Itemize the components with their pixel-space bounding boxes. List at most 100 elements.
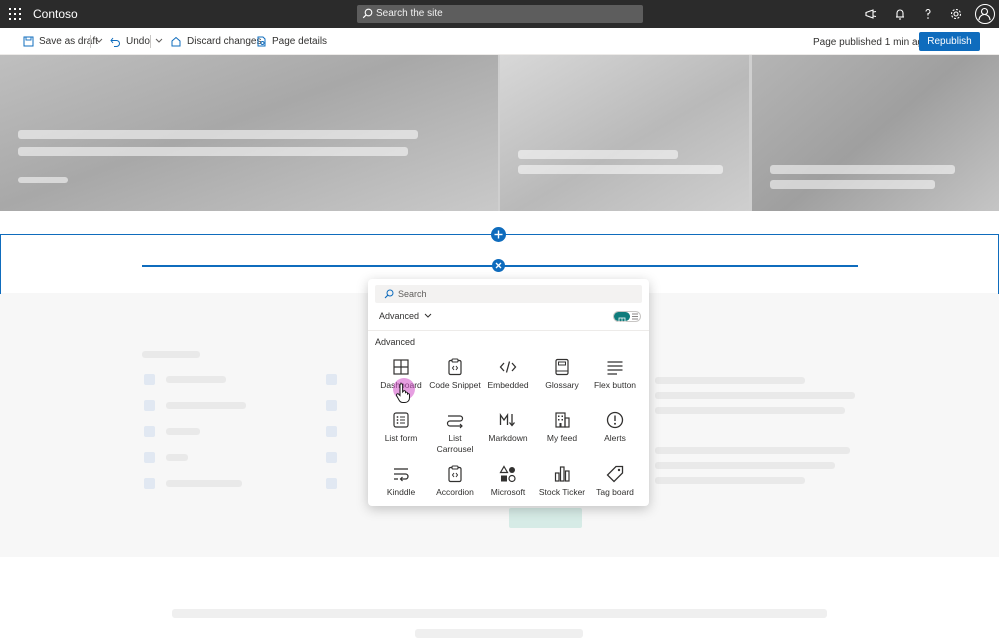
webpart-accordion[interactable]: Accordion (429, 464, 481, 498)
close-toolbox-button[interactable] (492, 259, 505, 272)
help-icon[interactable] (921, 7, 935, 21)
hero-title-placeholder (18, 147, 408, 156)
discard-changes-label: Discard changes (187, 36, 262, 47)
republish-button[interactable]: Republish (919, 32, 980, 51)
webpart-label: List Carrousel (436, 433, 474, 454)
hero-title-placeholder (18, 130, 418, 139)
bell-icon[interactable] (893, 7, 907, 21)
gear-icon[interactable] (949, 7, 963, 21)
wrap-text-icon (394, 468, 409, 482)
text-placeholder (166, 428, 200, 435)
webpart-label: Markdown (488, 433, 528, 443)
link-icon (326, 400, 337, 411)
alert-icon (606, 411, 624, 429)
clipboard-code-icon (448, 465, 462, 483)
toolbox-search-input[interactable]: Search (375, 285, 642, 303)
text-placeholder (142, 351, 200, 358)
text-placeholder (655, 377, 805, 384)
page-details-icon (257, 36, 266, 47)
webpart-glossary[interactable]: Glossary (536, 357, 588, 391)
hero-title-placeholder (518, 150, 678, 159)
glossary-book-icon (555, 358, 569, 376)
webpart-my-feed[interactable]: My feed (536, 410, 588, 444)
link-icon (326, 452, 337, 463)
close-icon (495, 262, 502, 269)
search-icon (384, 289, 394, 299)
webpart-flex-button[interactable]: Flex button (589, 357, 641, 391)
chevron-down-icon[interactable] (155, 38, 163, 44)
undo-icon (110, 37, 120, 47)
webpart-label: Stock Ticker (538, 487, 586, 497)
webpart-code-snippet[interactable]: Code Snippet (429, 357, 481, 391)
tag-icon (606, 465, 624, 483)
link-icon (326, 478, 337, 489)
webpart-label: My feed (546, 433, 578, 443)
text-placeholder (166, 480, 242, 487)
page-details-button[interactable]: Page details (256, 36, 327, 47)
hero-title-placeholder (770, 165, 955, 174)
webpart-label: Code Snippet (429, 380, 481, 390)
command-bar: Save as draft Undo Discard changes Page … (0, 28, 999, 55)
app-launcher-icon[interactable] (9, 8, 21, 20)
webpart-label: Glossary (545, 380, 579, 390)
person-icon (978, 7, 991, 21)
divider (90, 35, 91, 48)
webpart-alerts[interactable]: Alerts (589, 410, 641, 444)
webpart-label: Accordion (436, 487, 474, 497)
megaphone-icon[interactable] (864, 7, 878, 21)
dashboard-icon (393, 359, 409, 375)
undo-button[interactable]: Undo (110, 36, 150, 47)
category-dropdown[interactable]: Advanced (379, 311, 432, 321)
chevron-down-icon[interactable] (95, 38, 103, 44)
page-details-label: Page details (272, 36, 328, 47)
chevron-down-icon (424, 313, 432, 318)
text-placeholder (655, 447, 850, 454)
divider (150, 35, 151, 48)
webpart-label: Embedded (487, 380, 529, 390)
divider (368, 330, 649, 331)
link-icon (326, 374, 337, 385)
webpart-label: Kinddle (386, 487, 416, 497)
undo-label: Undo (126, 36, 150, 47)
webpart-list-carrousel[interactable]: List Carrousel (429, 410, 481, 455)
discard-changes-button[interactable]: Discard changes (171, 36, 261, 47)
text-placeholder (166, 454, 188, 461)
list-view-icon[interactable] (631, 313, 639, 320)
webpart-microsoft[interactable]: Microsoft (482, 464, 534, 498)
hero-webpart (0, 55, 999, 211)
building-icon (555, 412, 570, 428)
text-placeholder (415, 629, 583, 638)
group-heading: Advanced (375, 337, 416, 347)
add-section-button[interactable] (491, 227, 506, 242)
save-as-draft-button[interactable]: Save as draft (23, 36, 98, 47)
link-icon (144, 452, 155, 463)
link-icon (144, 400, 155, 411)
webpart-list-form[interactable]: List form (375, 410, 427, 444)
bar-chart-icon (554, 466, 570, 482)
webpart-label: List form (384, 433, 418, 443)
hero-meta-placeholder (18, 177, 68, 183)
toolbox-search-placeholder: Search (398, 289, 427, 299)
link-icon (326, 426, 337, 437)
grid-view-option[interactable] (614, 312, 630, 324)
site-name[interactable]: Contoso (33, 7, 78, 21)
webpart-label: Alerts (604, 433, 626, 443)
lines-icon (607, 361, 623, 375)
site-search-box[interactable]: Search the site (357, 5, 643, 23)
publish-status: Page published 1 min ago (813, 37, 929, 48)
text-placeholder (655, 477, 805, 484)
markdown-icon (499, 412, 515, 427)
webpart-kinddle[interactable]: Kinddle (375, 464, 427, 498)
webpart-markdown[interactable]: Markdown (482, 410, 534, 444)
webpart-tag-board[interactable]: Tag board (589, 464, 641, 498)
text-placeholder (166, 376, 226, 383)
site-search-placeholder: Search the site (376, 8, 443, 19)
category-dropdown-label: Advanced (379, 311, 420, 321)
webpart-embedded[interactable]: Embedded (482, 357, 534, 391)
embed-code-icon (499, 361, 517, 373)
webpart-label: Flex button (593, 380, 637, 390)
view-toggle[interactable] (613, 311, 641, 324)
hand-pointer-icon (395, 383, 410, 403)
avatar[interactable] (975, 4, 995, 24)
webpart-stock-ticker[interactable]: Stock Ticker (536, 464, 588, 498)
